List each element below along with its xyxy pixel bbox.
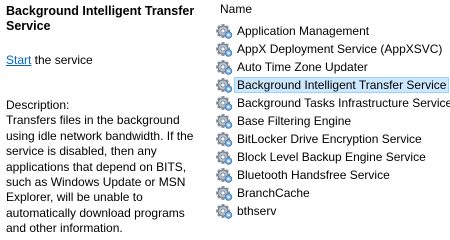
service-gear-icon <box>215 95 233 111</box>
name-column-header[interactable]: Name <box>220 2 252 17</box>
service-name: Application Management <box>237 24 370 38</box>
service-row[interactable]: Base Filtering Engine <box>212 112 450 130</box>
service-name: Bluetooth Handsfree Service <box>237 168 390 182</box>
service-row[interactable]: Application Management <box>212 22 450 40</box>
start-service-link[interactable]: Start <box>6 53 31 67</box>
description-text: Transfers files in the background using … <box>6 113 194 236</box>
service-name: Base Filtering Engine <box>237 114 352 128</box>
service-description-block: Description: Transfers files in the back… <box>6 98 198 237</box>
service-name: BranchCache <box>237 186 310 200</box>
service-gear-icon <box>215 113 233 129</box>
service-gear-icon <box>215 167 233 183</box>
service-row[interactable]: Auto Time Zone Updater <box>212 58 450 76</box>
service-name: Auto Time Zone Updater <box>237 60 368 74</box>
service-gear-icon <box>215 131 233 147</box>
service-title: Background Intelligent Transfer Service <box>6 4 195 33</box>
service-gear-icon <box>215 203 233 219</box>
service-name: bthserv <box>237 204 277 218</box>
service-gear-icon <box>215 59 233 75</box>
service-gear-icon <box>215 23 233 39</box>
service-name: Background Tasks Infrastructure Service <box>237 96 450 110</box>
service-name: Block Level Backup Engine Service <box>237 150 426 164</box>
service-name: AppX Deployment Service (AppXSVC) <box>237 42 443 56</box>
service-row[interactable]: BranchCache <box>212 184 450 202</box>
service-row[interactable]: Background Tasks Infrastructure Service <box>212 94 450 112</box>
service-row[interactable]: Block Level Backup Engine Service <box>212 148 450 166</box>
service-gear-icon <box>215 149 233 165</box>
services-list: Application Management AppX Deployment S… <box>212 22 450 220</box>
description-label: Description: <box>6 98 70 112</box>
start-service-suffix: the service <box>31 53 93 67</box>
service-name: BitLocker Drive Encryption Service <box>237 132 422 146</box>
service-row[interactable]: bthserv <box>212 202 450 220</box>
service-detail-pane: Background Intelligent Transfer Service … <box>6 4 202 237</box>
service-row[interactable]: AppX Deployment Service (AppXSVC) <box>212 40 450 58</box>
service-gear-icon <box>215 77 233 93</box>
service-gear-icon <box>215 185 233 201</box>
service-name: Background Intelligent Transfer Service <box>233 77 450 93</box>
service-row[interactable]: Background Intelligent Transfer Service <box>212 76 450 94</box>
service-row[interactable]: BitLocker Drive Encryption Service <box>212 130 450 148</box>
service-row[interactable]: Bluetooth Handsfree Service <box>212 166 450 184</box>
start-service-line: Start the service <box>6 53 93 68</box>
service-gear-icon <box>215 41 233 57</box>
services-list-pane: Name Application Management AppX Deploym… <box>212 0 450 234</box>
